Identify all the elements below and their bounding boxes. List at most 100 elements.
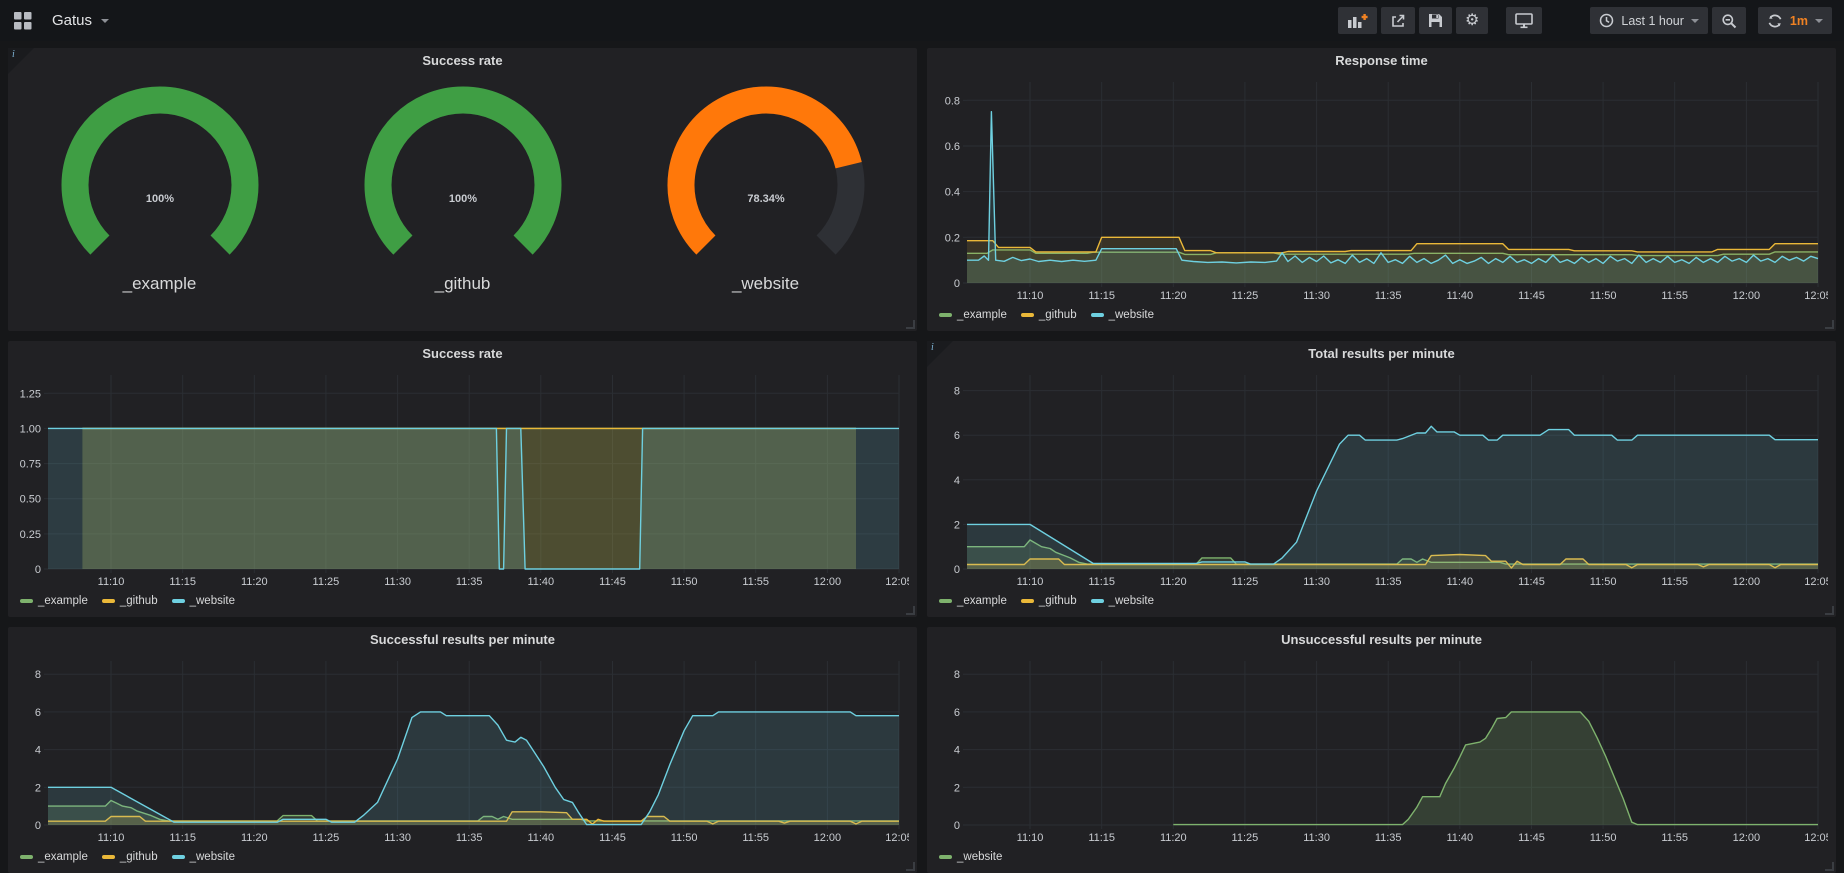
panel-title[interactable]: Success rate xyxy=(8,48,917,74)
panel-success-rate-gauges: i Success rate 100% _example 100% _githu… xyxy=(8,48,917,331)
add-panel-icon xyxy=(1347,13,1368,29)
panel-title[interactable]: Successful results per minute xyxy=(8,627,917,653)
svg-text:6: 6 xyxy=(954,707,960,719)
panel-title[interactable]: Unsuccessful results per minute xyxy=(927,627,1836,653)
zoom-out-icon xyxy=(1721,13,1737,29)
svg-text:11:55: 11:55 xyxy=(1661,290,1688,302)
svg-text:11:50: 11:50 xyxy=(1590,290,1617,302)
svg-text:12:00: 12:00 xyxy=(814,832,842,844)
svg-text:12:05: 12:05 xyxy=(1804,290,1828,302)
time-range-label: Last 1 hour xyxy=(1621,14,1684,28)
svg-text:4: 4 xyxy=(954,745,960,757)
svg-text:11:10: 11:10 xyxy=(1017,576,1044,588)
legend-item-_website[interactable]: _website xyxy=(939,851,1002,863)
svg-text:11:10: 11:10 xyxy=(1017,832,1044,844)
panel-info-icon[interactable]: i xyxy=(927,341,953,367)
grafana-dashboard: { "header": { "title": "Gatus", "toolbar… xyxy=(0,0,1844,871)
chart-canvas-success-rate[interactable]: 11:1011:1511:2011:2511:3011:3511:4011:45… xyxy=(14,367,909,591)
save-button[interactable] xyxy=(1419,7,1452,34)
legend-item-_github[interactable]: _github xyxy=(102,595,158,607)
panel-resize-handle[interactable] xyxy=(906,606,915,615)
svg-text:11:45: 11:45 xyxy=(599,832,626,844)
panel-title[interactable]: Success rate xyxy=(8,341,917,367)
svg-text:11:40: 11:40 xyxy=(1446,832,1473,844)
dashboard-grid: i Success rate 100% _example 100% _githu… xyxy=(0,41,1844,871)
panel-successful-results: Successful results per minute 11:1011:15… xyxy=(8,627,917,873)
chevron-down-icon xyxy=(1815,19,1823,23)
zoom-out-button[interactable] xyxy=(1712,7,1746,34)
svg-text:11:45: 11:45 xyxy=(1518,832,1545,844)
svg-text:11:55: 11:55 xyxy=(1661,576,1688,588)
chart-plot[interactable]: 11:1011:1511:2011:2511:3011:3511:4011:45… xyxy=(933,367,1828,591)
legend-item-_github[interactable]: _github xyxy=(1021,309,1077,321)
legend-item-_website[interactable]: _website xyxy=(172,595,235,607)
chart-block: 11:1011:1511:2011:2511:3011:3511:4011:45… xyxy=(927,653,1836,873)
chart-plot[interactable]: 11:1011:1511:2011:2511:3011:3511:4011:45… xyxy=(14,367,909,591)
svg-text:11:45: 11:45 xyxy=(1518,290,1545,302)
info-icon: i xyxy=(931,342,934,353)
panel-resize-handle[interactable] xyxy=(906,320,915,329)
svg-text:0: 0 xyxy=(954,278,960,290)
svg-text:6: 6 xyxy=(35,707,41,719)
legend-item-_website[interactable]: _website xyxy=(1091,595,1154,607)
panel-info-icon[interactable]: i xyxy=(8,48,34,74)
svg-text:11:15: 11:15 xyxy=(169,576,196,588)
svg-text:11:40: 11:40 xyxy=(527,832,554,844)
svg-text:6: 6 xyxy=(954,430,960,442)
svg-text:12:00: 12:00 xyxy=(814,576,842,588)
chart-canvas-total-results[interactable]: 11:1011:1511:2011:2511:3011:3511:4011:45… xyxy=(933,367,1828,591)
add-panel-button[interactable] xyxy=(1338,7,1377,34)
legend-item-_github[interactable]: _github xyxy=(102,851,158,863)
svg-text:11:25: 11:25 xyxy=(1232,290,1259,302)
chart-canvas-unsuccessful-results[interactable]: 11:1011:1511:2011:2511:3011:3511:4011:45… xyxy=(933,653,1828,847)
settings-button[interactable]: ⚙ xyxy=(1456,7,1488,34)
share-button[interactable] xyxy=(1381,7,1415,34)
time-range-picker[interactable]: Last 1 hour xyxy=(1590,7,1708,34)
dashboard-title-dropdown[interactable]: Gatus xyxy=(46,8,115,33)
gauge-value: 100% xyxy=(145,193,173,205)
svg-text:11:40: 11:40 xyxy=(1446,576,1473,588)
legend-item-_example[interactable]: _example xyxy=(20,851,88,863)
chevron-down-icon xyxy=(1691,19,1699,23)
panel-resize-handle[interactable] xyxy=(1825,320,1834,329)
panel-title[interactable]: Response time xyxy=(927,48,1836,74)
gauge-label: _github xyxy=(435,274,491,294)
legend-item-_website[interactable]: _website xyxy=(172,851,235,863)
svg-text:2: 2 xyxy=(35,782,41,794)
svg-text:8: 8 xyxy=(954,386,960,398)
chart-canvas-response-time[interactable]: 11:1011:1511:2011:2511:3011:3511:4011:45… xyxy=(933,74,1828,305)
legend-item-_website[interactable]: _website xyxy=(1091,309,1154,321)
chart-plot[interactable]: 11:1011:1511:2011:2511:3011:3511:4011:45… xyxy=(14,653,909,847)
svg-text:11:15: 11:15 xyxy=(1088,290,1115,302)
legend-item-_example[interactable]: _example xyxy=(20,595,88,607)
svg-text:8: 8 xyxy=(35,669,41,681)
tv-mode-button[interactable] xyxy=(1506,7,1542,34)
legend-item-_example[interactable]: _example xyxy=(939,595,1007,607)
refresh-interval-button[interactable]: 1m xyxy=(1758,7,1832,34)
panel-resize-handle[interactable] xyxy=(1825,606,1834,615)
chart-legend: _example _github _website xyxy=(933,591,1828,611)
svg-text:4: 4 xyxy=(954,475,960,487)
chart-plot[interactable]: 11:1011:1511:2011:2511:3011:3511:4011:45… xyxy=(933,74,1828,305)
chart-legend: _example _github _website xyxy=(14,847,909,867)
panel-title[interactable]: Total results per minute xyxy=(927,341,1836,367)
svg-text:2: 2 xyxy=(954,782,960,794)
grid-icon xyxy=(14,12,32,30)
gauge-value: 78.34% xyxy=(747,193,785,205)
dashboards-grid-icon-button[interactable] xyxy=(12,10,34,32)
panel-resize-handle[interactable] xyxy=(1825,862,1834,871)
clock-icon xyxy=(1599,13,1614,28)
chart-plot[interactable]: 11:1011:1511:2011:2511:3011:3511:4011:45… xyxy=(933,653,1828,847)
chart-canvas-successful-results[interactable]: 11:1011:1511:2011:2511:3011:3511:4011:45… xyxy=(14,653,909,847)
svg-text:11:50: 11:50 xyxy=(1590,576,1617,588)
legend-item-_github[interactable]: _github xyxy=(1021,595,1077,607)
svg-text:11:15: 11:15 xyxy=(1088,832,1115,844)
gauge-arc: 78.34% xyxy=(631,80,901,274)
svg-text:11:30: 11:30 xyxy=(1303,832,1330,844)
svg-text:11:20: 11:20 xyxy=(1160,576,1187,588)
svg-text:12:05: 12:05 xyxy=(885,576,909,588)
svg-text:12:05: 12:05 xyxy=(1804,576,1828,588)
legend-item-_example[interactable]: _example xyxy=(939,309,1007,321)
panel-resize-handle[interactable] xyxy=(906,862,915,871)
svg-text:2: 2 xyxy=(954,519,960,531)
